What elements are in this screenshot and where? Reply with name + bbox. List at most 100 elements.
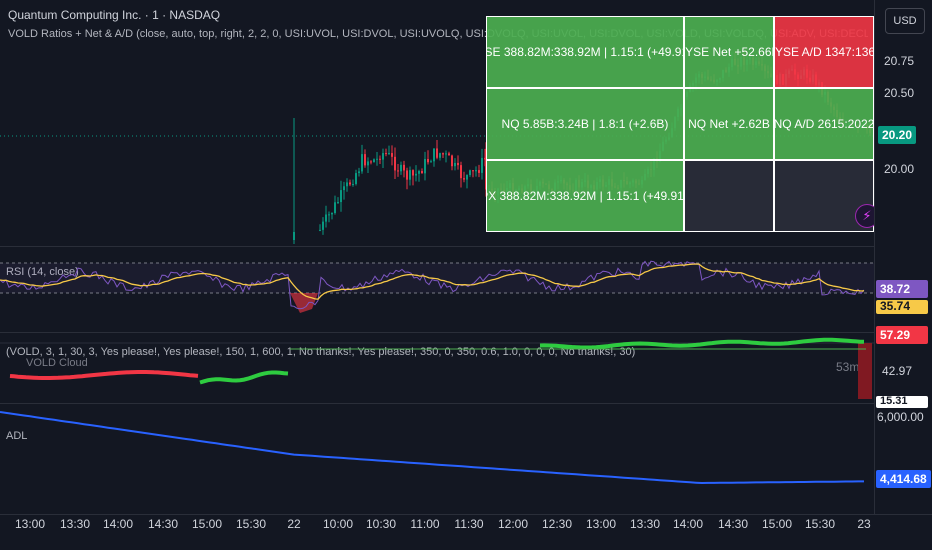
candle-body [445, 153, 447, 155]
candle-body [478, 170, 480, 173]
currency-button[interactable]: USD [885, 8, 925, 34]
vold-green-segment [199, 370, 289, 385]
table-cell-nyse-ratio: NYSE 388.82M:338.92M | 1.15:1 (+49.91M) [486, 16, 684, 88]
time-tick: 13:00 [585, 517, 617, 531]
time-tick: 15:30 [235, 517, 267, 531]
adl-chart[interactable] [0, 404, 874, 514]
last-price-badge: 20.20 [878, 126, 917, 144]
candle-body [433, 148, 435, 162]
vold-table: NYSE 388.82M:338.92M | 1.15:1 (+49.91M) … [486, 16, 874, 232]
adl-value-badge: 4,414.68 [876, 470, 931, 488]
candle-body [475, 170, 477, 172]
candle-body [463, 178, 465, 180]
candle-body [373, 159, 375, 163]
candle-body [388, 153, 390, 155]
vold-tick: 42.97 [882, 364, 913, 378]
candle-body [466, 175, 468, 180]
candle-body [382, 153, 384, 160]
table-cell-nq-ratio: NQ 5.85B:3.24B | 1.8:1 (+2.6B) [486, 88, 684, 160]
candle-body [370, 161, 372, 163]
candle-body [469, 170, 471, 176]
adl-tick: 6,000.00 [877, 410, 924, 424]
vold-badge-3: 15.31 [876, 396, 928, 408]
candle-body [358, 171, 360, 174]
candle-body [421, 171, 423, 174]
price-tick: 20.00 [884, 162, 915, 176]
candle-body [349, 182, 351, 185]
table-cell-nyse-ad: NYSE A/D 1347:1368 [774, 16, 874, 88]
time-tick: 11:30 [454, 517, 484, 531]
rsi-oversold-fill [290, 293, 318, 313]
candle-body [451, 155, 453, 167]
time-tick: 15:00 [191, 517, 223, 531]
candle-body [448, 153, 450, 156]
vold-badge-1: 57.29 [876, 326, 928, 344]
candle-body [397, 170, 399, 172]
candle-body [293, 232, 295, 240]
table-cell-nq-net: NQ Net +2.62B [684, 88, 774, 160]
time-tick: 14:00 [102, 517, 134, 531]
candle-body [376, 158, 378, 160]
candle-body [439, 153, 441, 158]
candle-body [412, 170, 414, 176]
candle-body [424, 158, 426, 174]
candle-body [328, 214, 330, 216]
candle-body [352, 183, 354, 185]
candle-body [343, 186, 345, 191]
candle-body [406, 170, 408, 180]
time-tick: 15:30 [804, 517, 836, 531]
candle-body [367, 161, 369, 166]
price-tick: 20.50 [884, 86, 915, 100]
candle-body [409, 170, 411, 180]
candle-body [331, 213, 333, 215]
time-tick: 12:30 [541, 517, 573, 531]
rsi-value-badge: 38.72 [876, 280, 928, 298]
time-tick: 12:00 [497, 517, 529, 531]
candle-body [400, 164, 402, 172]
table-cell-spx-ratio: SPX 388.82M:338.92M | 1.15:1 (+49.91M) [486, 160, 684, 232]
candle-body [337, 202, 339, 204]
candle-body [418, 171, 420, 174]
candle-body [319, 229, 321, 231]
time-tick: 14:30 [147, 517, 179, 531]
candle-body [457, 162, 459, 166]
rsi-chart[interactable] [0, 247, 874, 331]
vold-chart[interactable] [0, 333, 874, 403]
candle-body [430, 161, 432, 163]
candle-body [379, 158, 381, 160]
price-tick-top: 20.75 [884, 54, 915, 68]
table-cell-nq-ad: NQ A/D 2615:2022 [774, 88, 874, 160]
time-tick: 13:30 [629, 517, 661, 531]
candle-body [415, 173, 417, 176]
time-tick: 13:30 [59, 517, 91, 531]
candle-body [442, 153, 444, 155]
candle-body [361, 154, 363, 172]
candle-body [334, 202, 336, 214]
adl-line [0, 411, 864, 485]
candle-body [403, 164, 405, 171]
candle-body [427, 158, 429, 163]
time-tick: 22 [287, 517, 301, 531]
candle-body [322, 221, 324, 230]
candle-body [481, 157, 483, 173]
time-tick: 10:00 [322, 517, 354, 531]
time-tick: 10:30 [365, 517, 397, 531]
price-axis[interactable] [874, 0, 932, 515]
table-cell-nyse-net: NYSE Net +52.66M [684, 16, 774, 88]
candle-body [394, 156, 396, 171]
candle-body [472, 170, 474, 172]
table-cell-empty [684, 160, 774, 232]
candle-body [391, 153, 393, 157]
candle-body [325, 214, 327, 222]
candle-body [340, 190, 342, 203]
candle-body [454, 162, 456, 167]
candle-body [346, 182, 348, 187]
vold-green-segment [539, 337, 865, 350]
candle-body [460, 165, 462, 179]
vold-red-segment [9, 370, 199, 380]
candle-body [436, 148, 438, 158]
candle-body [355, 173, 357, 184]
time-tick: 14:30 [717, 517, 749, 531]
time-tick: 15:00 [761, 517, 793, 531]
candle-body [364, 154, 366, 166]
